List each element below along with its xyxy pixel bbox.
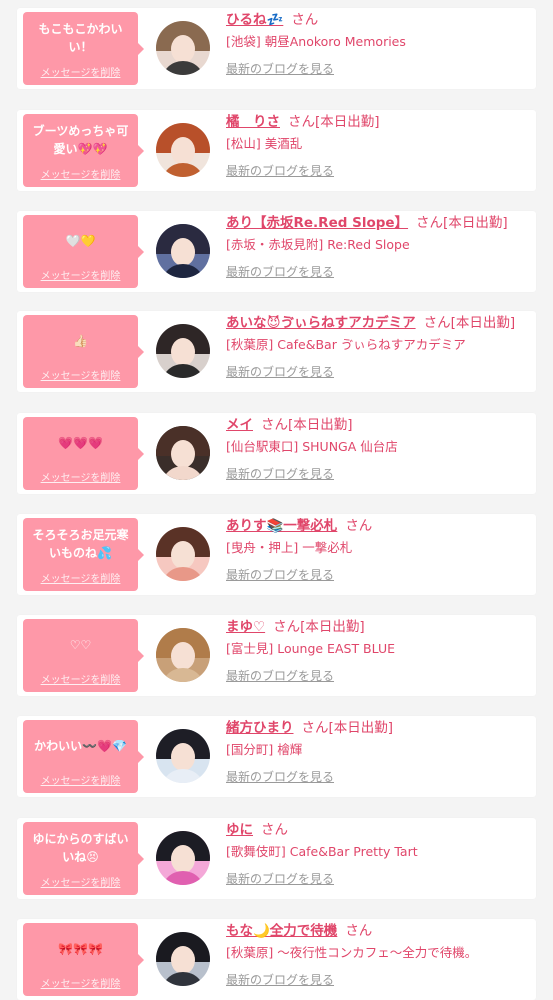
status-badge: [本日出勤] [288,417,353,433]
shop-label: [富士見] Lounge EAST BLUE [226,641,396,656]
list-item: そろそろお足元寒いものね💦 メッセージを削除 ありす📚一撃必札 さん [曳舟・押上… [17,514,536,595]
message-text: そろそろお足元寒いものね💦 [32,528,129,560]
list-item: ゆにからのすばいいね😣 メッセージを削除 ゆに さん [歌舞伎町] Cafe&Ba… [17,818,536,899]
cast-name-link[interactable]: あり【赤坂Re.Red Slope】 [226,215,408,231]
list-item: ブーツめっちゃ可愛い💖💖 メッセージを削除 橘 りさ さん[本日出勤] [松山] … [17,110,536,191]
avatar[interactable] [156,628,210,682]
shop-label: [池袋] 朝昼Anokoro Memories [226,34,406,49]
honorific: さん [261,417,288,433]
message-bubble: 👍🏻 メッセージを削除 [23,315,144,388]
status-badge: [本日出勤] [300,619,365,635]
shop-label: [曳舟・押上] 一撃必札 [226,540,353,555]
shop-label: [秋葉原] Cafe&Bar ゔぃらねすアカデミア [226,337,466,352]
cast-name-link[interactable]: 緒方ひまり [226,720,294,736]
delete-message-link[interactable]: メッセージを削除 [23,874,138,889]
latest-blog-link[interactable]: 最新のブログを見る [226,666,531,686]
message-bubble: ♡♡ メッセージを削除 [23,619,144,692]
message-text: 🤍💛 [65,234,96,248]
latest-blog-link[interactable]: 最新のブログを見る [226,767,531,787]
honorific: さん [288,114,315,130]
shop-label: [秋葉原] 〜夜行性コンカフェ〜全力で待機。 [226,945,478,960]
honorific: さん [291,12,319,28]
latest-blog-link[interactable]: 最新のブログを見る [226,161,531,181]
message-text: 💗💗💗 [58,436,103,450]
avatar[interactable] [156,21,210,75]
delete-message-link[interactable]: メッセージを削除 [23,166,138,181]
message-text: もこもこかわいい！ [38,22,123,54]
latest-blog-link[interactable]: 最新のブログを見る [226,565,531,585]
message-text: ブーツめっちゃ可愛い💖💖 [32,124,129,156]
list-item: ♡♡ メッセージを削除 まゆ♡ さん[本日出勤] [富士見] Lounge EAS… [17,615,536,696]
delete-message-link[interactable]: メッセージを削除 [23,64,138,79]
delete-message-link[interactable]: メッセージを削除 [23,469,138,484]
list-item: かわいい〰️💗💎 メッセージを削除 緒方ひまり さん[本日出勤] [国分町] 檜輝… [17,716,536,797]
cast-name-link[interactable]: ゆに [226,822,253,838]
list-item: 💗💗💗 メッセージを削除 メイ さん[本日出勤] [仙台駅東口] SHUNGA 仙… [17,413,536,494]
avatar[interactable] [156,224,210,278]
message-bubble: 💗💗💗 メッセージを削除 [23,417,144,490]
message-bubble: もこもこかわいい！ メッセージを削除 [23,12,144,85]
latest-blog-link[interactable]: 最新のブログを見る [226,262,531,282]
avatar[interactable] [156,527,210,581]
avatar[interactable] [156,426,210,480]
delete-message-link[interactable]: メッセージを削除 [23,975,138,990]
latest-blog-link[interactable]: 最新のブログを見る [226,869,531,889]
message-bubble: かわいい〰️💗💎 メッセージを削除 [23,720,144,793]
message-bubble: 🎀🎀🎀 メッセージを削除 [23,923,144,996]
avatar[interactable] [156,324,210,378]
honorific: さん [416,215,444,231]
cast-name-link[interactable]: ひるね💤 [226,12,283,28]
latest-blog-link[interactable]: 最新のブログを見る [226,970,531,990]
avatar[interactable] [156,932,210,986]
message-text: ♡♡ [69,638,92,652]
latest-blog-link[interactable]: 最新のブログを見る [226,59,531,79]
message-bubble: そろそろお足元寒いものね💦 メッセージを削除 [23,518,144,591]
message-text: かわいい〰️💗💎 [34,739,127,753]
status-badge: [本日出勤] [315,114,380,130]
honorific: さん [423,315,451,331]
honorific: さん [261,822,288,838]
delete-message-link[interactable]: メッセージを削除 [23,367,138,382]
message-bubble: 🤍💛 メッセージを削除 [23,215,144,288]
delete-message-link[interactable]: メッセージを削除 [23,671,138,686]
cast-name-link[interactable]: 橘 りさ [226,114,280,130]
delete-message-link[interactable]: メッセージを削除 [23,570,138,585]
message-bubble: ゆにからのすばいいね😣 メッセージを削除 [23,822,144,895]
delete-message-link[interactable]: メッセージを削除 [23,772,138,787]
cast-name-link[interactable]: まゆ♡ [226,619,265,635]
status-badge: [本日出勤] [450,315,516,331]
delete-message-link[interactable]: メッセージを削除 [23,267,138,282]
honorific: さん [345,923,373,939]
cast-name-link[interactable]: もな🌙全力で待機 [226,923,337,939]
list-item: 🎀🎀🎀 メッセージを削除 もな🌙全力で待機 さん [秋葉原] 〜夜行性コンカフェ〜… [17,919,536,1000]
shop-label: [赤坂・赤坂見附] Re:Red Slope [226,237,410,252]
honorific: さん [273,619,301,635]
avatar[interactable] [156,729,210,783]
message-text: 🎀🎀🎀 [58,942,103,956]
cast-name-link[interactable]: ありす📚一撃必札 [226,518,337,534]
latest-blog-link[interactable]: 最新のブログを見る [226,464,531,484]
status-badge: [本日出勤] [443,215,508,231]
list-item: 👍🏻 メッセージを削除 あいな😈ゔぃらねすアカデミア さん[本日出勤] [秋葉原]… [17,311,536,392]
list-item: もこもこかわいい！ メッセージを削除 ひるね💤 さん [池袋] 朝昼Anokoro… [17,8,536,89]
shop-label: [歌舞伎町] Cafe&Bar Pretty Tart [226,844,418,859]
cast-name-link[interactable]: あいな😈ゔぃらねすアカデミア [226,315,416,331]
honorific: さん [301,720,329,736]
message-text: ゆにからのすばいいね😣 [32,832,129,864]
message-bubble: ブーツめっちゃ可愛い💖💖 メッセージを削除 [23,114,144,187]
status-badge: [本日出勤] [328,720,394,736]
shop-label: [国分町] 檜輝 [226,742,303,757]
list-item: 🤍💛 メッセージを削除 あり【赤坂Re.Red Slope】 さん[本日出勤] [… [17,211,536,292]
shop-label: [松山] 美酒乱 [226,136,303,151]
latest-blog-link[interactable]: 最新のブログを見る [226,362,531,382]
avatar[interactable] [156,123,210,177]
honorific: さん [345,518,373,534]
cast-name-link[interactable]: メイ [226,417,253,433]
message-text: 👍🏻 [73,334,88,348]
avatar[interactable] [156,831,210,885]
shop-label: [仙台駅東口] SHUNGA 仙台店 [226,439,398,454]
